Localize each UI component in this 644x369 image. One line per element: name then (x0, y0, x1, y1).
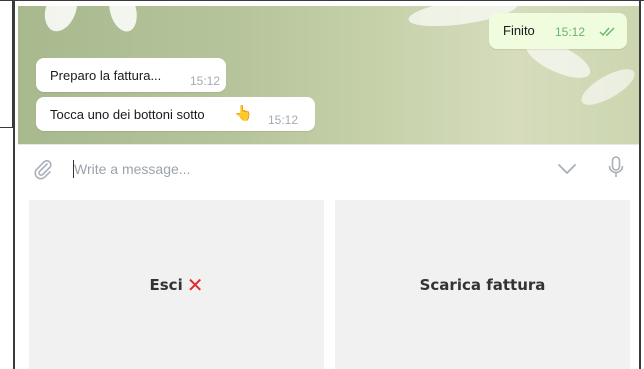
paperclip-icon[interactable] (32, 158, 54, 180)
message-input[interactable]: Write a message... (74, 161, 190, 177)
message-time: 15:12 (190, 74, 221, 88)
left-panel-edge (0, 0, 13, 128)
message-text: Tocca uno dei bottoni sotto (50, 107, 205, 122)
window-frame-top (0, 0, 644, 1)
message-composer: Write a message... (18, 144, 639, 192)
chat-history[interactable]: Finito 15:12 Preparo la fattura... 15:12… (18, 6, 639, 144)
cross-mark-icon: ✕ (186, 272, 204, 297)
message-incoming[interactable]: Preparo la fattura... 15:12 (36, 58, 226, 92)
window-frame-left (13, 0, 15, 369)
message-time: 15:12 (268, 113, 299, 127)
microphone-icon[interactable] (608, 156, 624, 180)
message-incoming[interactable]: Tocca uno dei bottoni sotto 👆 15:12 (36, 97, 315, 131)
window-frame-right (639, 0, 641, 369)
exit-button-label: Esci (149, 275, 183, 294)
wallpaper-petal (104, 6, 142, 35)
pointing-up-hand-emoji: 👆 (234, 105, 253, 122)
message-text: Finito (503, 23, 535, 38)
message-time: 15:12 (555, 25, 586, 39)
bot-keyboard: Esci ✕ Scarica fattura (18, 192, 639, 369)
exit-button[interactable]: Esci ✕ (29, 200, 324, 369)
wallpaper-petal (39, 6, 83, 36)
message-text: Preparo la fattura... (50, 68, 162, 83)
read-double-check-icon (599, 27, 615, 37)
download-invoice-label: Scarica fattura (419, 275, 546, 294)
chevron-down-icon[interactable] (557, 163, 577, 175)
download-invoice-button[interactable]: Scarica fattura (335, 200, 630, 369)
message-outgoing[interactable]: Finito 15:12 (489, 13, 627, 49)
